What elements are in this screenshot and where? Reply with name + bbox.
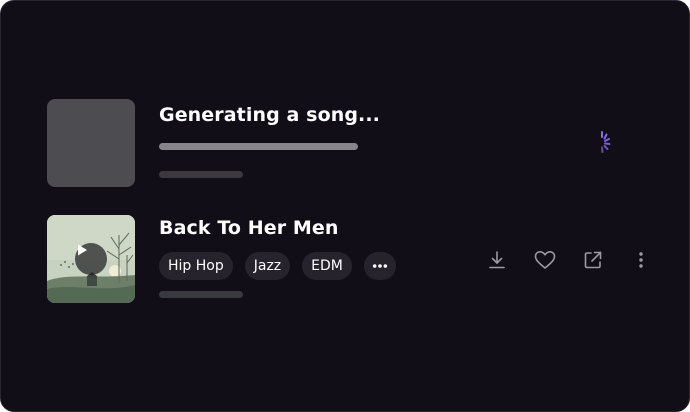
tag-edm[interactable]: EDM [302,252,352,280]
more-options-button[interactable] [627,247,655,273]
share-external-icon [584,251,602,269]
like-button[interactable] [531,247,559,273]
genre-tags: Hip Hop Jazz EDM [159,252,396,280]
skeleton-line-meta [159,291,243,298]
tag-jazz[interactable]: Jazz [244,252,291,280]
loading-spinner-icon [592,130,614,160]
play-button[interactable] [75,243,107,275]
more-vertical-icon [639,252,643,268]
skeleton-line-secondary [159,171,243,178]
tag-hip-hop[interactable]: Hip Hop [159,252,233,280]
heart-icon [534,251,556,269]
generating-title: Generating a song... [159,104,381,126]
song-title[interactable]: Back To Her Men [159,217,339,239]
skeleton-line-primary [159,143,358,150]
download-icon [489,251,505,269]
more-horizontal-icon [372,264,387,268]
more-tags-button[interactable] [363,252,396,280]
download-button[interactable] [483,247,511,273]
song-list-panel: Generating a song... Back To Her Men Hip… [0,0,690,412]
play-icon [78,244,87,256]
cover-placeholder [47,99,135,187]
song-cover-art[interactable] [47,215,135,303]
share-button[interactable] [579,247,607,273]
